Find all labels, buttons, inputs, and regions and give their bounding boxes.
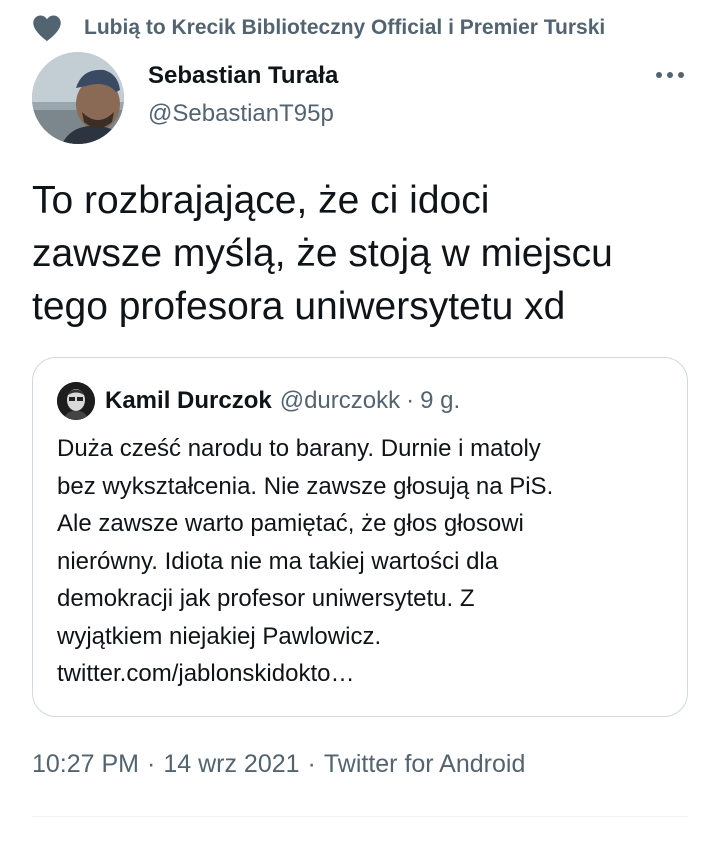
meta-separator-2: · [307,750,316,778]
user-name[interactable]: Sebastian Turała [148,62,338,90]
tweet-date[interactable]: 14 wrz 2021 [163,750,299,779]
quoted-author-avatar[interactable] [57,382,95,420]
avatar[interactable] [32,52,124,144]
user-handle[interactable]: @SebastianT95p [148,100,334,128]
social-context: Lubią to Krecik Biblioteczny Official i … [32,14,605,42]
social-context-text[interactable]: Lubią to Krecik Biblioteczny Official i … [84,16,605,40]
heart-icon [33,15,61,42]
more-icon [656,72,684,78]
quoted-timestamp[interactable]: 9 g. [420,387,460,415]
quoted-tweet-card[interactable]: Kamil Durczok @durczokk · 9 g. Duża cześ… [32,357,688,717]
quoted-author-handle[interactable]: @durczokk [280,387,400,415]
quoted-separator: · [406,387,415,414]
tweet-meta: 10:27 PM · 14 wrz 2021 · Twitter for And… [32,750,525,779]
tweet-time[interactable]: 10:27 PM [32,750,139,779]
quoted-avatar-photo [57,382,95,420]
more-options-button[interactable] [652,60,688,90]
quoted-tweet-text: Duża cześć narodu to barany. Durnie i ma… [57,435,554,687]
divider [32,816,688,817]
meta-separator-1: · [147,750,156,778]
quoted-tweet-header: Kamil Durczok @durczokk · 9 g. [57,382,460,420]
tweet-source[interactable]: Twitter for Android [324,750,525,779]
quoted-author-name[interactable]: Kamil Durczok [105,387,272,415]
tweet-header: Sebastian Turała @SebastianT95p [32,52,688,144]
tweet-text: To rozbrajające, że ci idoci zawsze myśl… [32,179,613,328]
avatar-photo [32,52,124,144]
